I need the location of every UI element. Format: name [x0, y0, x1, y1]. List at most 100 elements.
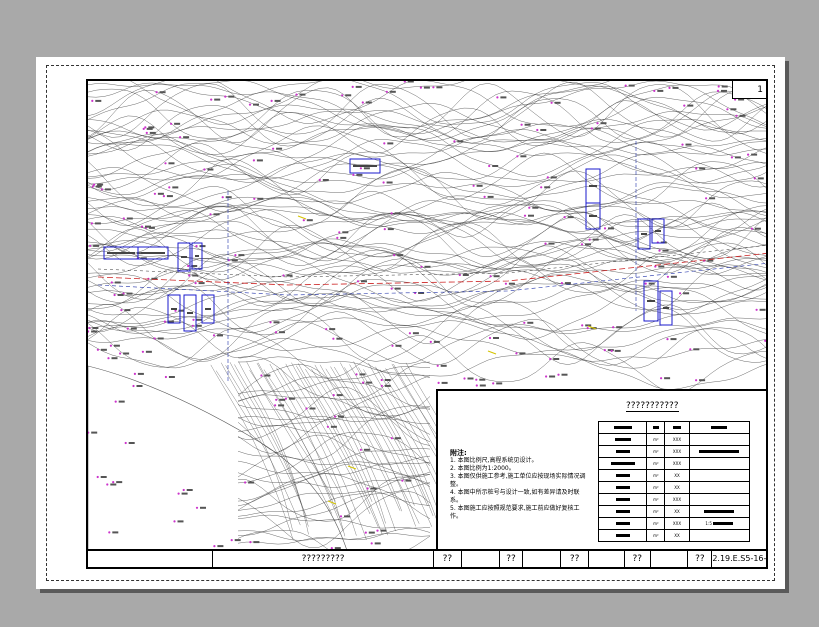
- elevation-label: [693, 348, 700, 351]
- survey-point: [230, 539, 233, 542]
- survey-point: [133, 372, 136, 375]
- elevation-label: [166, 195, 173, 198]
- survey-point: [666, 338, 669, 341]
- survey-point: [96, 348, 99, 351]
- elevation-label: [356, 173, 363, 176]
- elevation-label: [126, 292, 133, 295]
- elevation-label: [355, 85, 362, 88]
- elevation-label: [549, 375, 556, 378]
- survey-point: [679, 292, 682, 295]
- survey-point: [544, 242, 547, 245]
- survey-point: [747, 153, 750, 156]
- elevation-label: [467, 377, 474, 380]
- survey-point: [108, 531, 111, 534]
- elevation-label: [664, 377, 671, 380]
- contour-line: [340, 362, 415, 506]
- legend-unit: m²: [646, 493, 666, 506]
- survey-point: [212, 334, 216, 337]
- survey-point: [355, 373, 358, 376]
- survey-point: [359, 448, 362, 451]
- elevation-label: [594, 127, 601, 130]
- survey-point: [653, 89, 656, 92]
- legend-row: m² XXX: [597, 433, 751, 446]
- survey-point: [93, 183, 96, 186]
- elevation-label: [168, 162, 175, 165]
- elevation-label: [405, 479, 412, 482]
- annotation-text: [187, 312, 193, 314]
- survey-point: [588, 238, 591, 241]
- survey-point: [390, 212, 393, 215]
- survey-point: [88, 330, 90, 333]
- elevation-label: [200, 506, 206, 509]
- elevation-label: [707, 259, 714, 262]
- elevation-label: [751, 153, 758, 156]
- survey-point: [145, 131, 148, 134]
- elevation-label: [685, 143, 692, 146]
- survey-point: [750, 227, 754, 230]
- annotation-text: [353, 165, 377, 167]
- elevation-label: [95, 99, 102, 102]
- survey-point: [144, 126, 147, 129]
- survey-point: [496, 96, 499, 99]
- legend-unit: m²: [646, 445, 666, 458]
- legend-code: XX: [664, 469, 690, 482]
- elevation-label: [553, 358, 560, 360]
- survey-point: [234, 254, 237, 257]
- elevation-label: [496, 382, 503, 385]
- survey-point: [195, 506, 199, 509]
- legend-code: XXX: [664, 433, 690, 446]
- survey-point: [107, 357, 110, 360]
- legend-table: m² XXX m² XXX m² XXX m² XX m² XX m² XXX …: [597, 421, 751, 542]
- survey-point: [351, 85, 354, 88]
- survey-point: [610, 349, 613, 352]
- elevation-label: [365, 101, 372, 104]
- elevation-label: [527, 321, 534, 324]
- survey-point: [596, 122, 599, 125]
- legend-unit: m²: [646, 457, 666, 470]
- survey-point: [536, 128, 539, 132]
- survey-point: [716, 89, 720, 92]
- survey-point: [210, 98, 213, 101]
- legend-code: XXX: [664, 457, 690, 470]
- survey-point: [717, 85, 720, 88]
- survey-point: [110, 281, 113, 284]
- note-line: 2. 本图比例为1:2000。: [450, 465, 515, 472]
- survey-point: [224, 95, 227, 98]
- contour-line: [88, 323, 766, 394]
- elevation-label: [148, 126, 155, 129]
- elevation-label: [136, 385, 143, 387]
- legend-unit: m²: [646, 433, 666, 446]
- survey-point: [458, 273, 461, 277]
- legend-title: ???????????: [626, 401, 679, 412]
- survey-point: [492, 382, 495, 385]
- elevation-label: [344, 515, 350, 518]
- elevation-label: [366, 381, 373, 384]
- elevation-label: [116, 481, 123, 484]
- contour-line: [88, 283, 766, 305]
- survey-point: [140, 225, 144, 228]
- slope-marker: [487, 350, 497, 355]
- elevation-label: [253, 103, 259, 106]
- elevation-label: [395, 344, 402, 347]
- elevation-label: [670, 275, 677, 278]
- elevation-label: [111, 357, 118, 360]
- title-cell-label: ??: [625, 551, 651, 567]
- survey-point: [380, 378, 383, 382]
- survey-point: [695, 167, 698, 170]
- survey-point: [244, 481, 247, 484]
- survey-point: [432, 86, 435, 89]
- survey-point: [194, 282, 197, 285]
- survey-point: [188, 274, 191, 277]
- legend-row: m² XXX: [597, 445, 751, 458]
- topographic-map[interactable]: 1 ??????????? 附注: 1. 本图比例尺,高程系统见设计。 2. 本…: [86, 79, 768, 569]
- survey-point: [203, 168, 206, 171]
- elevation-label: [532, 206, 539, 209]
- elevation-label: [436, 86, 443, 89]
- legend-row: m² XX: [597, 529, 751, 542]
- legend-code: XXX: [664, 493, 690, 506]
- survey-point: [689, 348, 692, 351]
- note-line: 1. 本图比例尺,高程系统见设计。: [450, 457, 538, 464]
- survey-point: [549, 357, 552, 361]
- survey-point: [391, 344, 394, 347]
- survey-point: [366, 487, 369, 490]
